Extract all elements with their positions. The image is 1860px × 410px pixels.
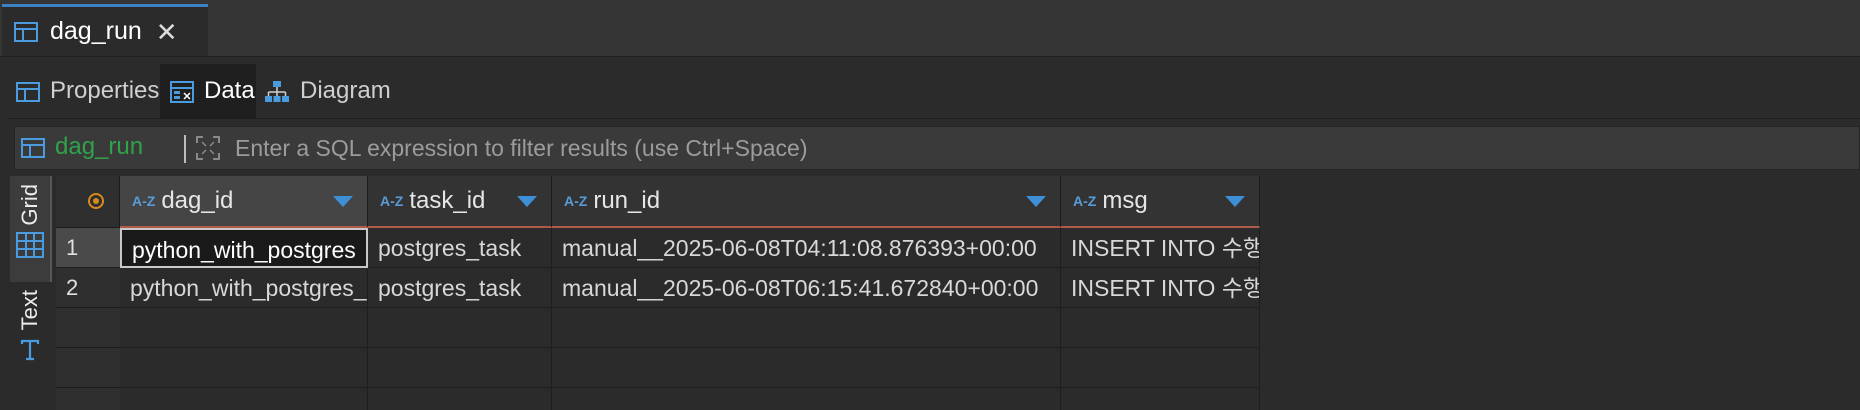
text-type-icon: A-Z [132, 193, 156, 209]
table-icon [21, 133, 45, 161]
tab-grid-label: Grid [17, 184, 42, 226]
column-header-run-id[interactable]: A-Z run_id [552, 176, 1061, 228]
text-icon [18, 338, 42, 362]
tab-data-label: Data [204, 77, 255, 104]
empty-cell [1061, 348, 1260, 388]
column-header-task-id[interactable]: A-Z task_id [368, 176, 552, 228]
empty-cell [1061, 388, 1260, 410]
tab-text[interactable]: Text [10, 286, 50, 410]
empty-cell [368, 388, 552, 410]
text-type-icon: A-Z [380, 193, 404, 209]
text-type-icon: A-Z [564, 193, 588, 209]
empty-cell [120, 308, 368, 348]
results-grid: A-Z dag_id A-Z task_id A-Z run_id A-Z ms… [56, 176, 1860, 410]
data-icon [170, 77, 194, 105]
column-header-msg[interactable]: A-Z msg [1061, 176, 1260, 228]
empty-cell [120, 388, 368, 410]
filter-bar: dag_run [14, 126, 1860, 170]
column-name: run_id [593, 187, 661, 214]
empty-cell [552, 388, 1061, 410]
grid-icon [16, 231, 44, 258]
diagram-icon [264, 77, 290, 105]
table-cell[interactable]: python_with_postgres [120, 228, 368, 268]
sort-arrow-icon[interactable] [1026, 196, 1046, 207]
column-header-dag-id[interactable]: A-Z dag_id [120, 176, 368, 228]
tab-diagram-label: Diagram [300, 77, 391, 104]
expand-icon[interactable] [195, 135, 221, 161]
column-name: task_id [409, 187, 486, 214]
row-number[interactable]: 2 [56, 268, 120, 308]
row-number-empty [56, 388, 120, 410]
table-cell[interactable]: manual__2025-06-08T06:15:41.672840+00:00 [552, 268, 1061, 308]
sort-arrow-icon[interactable] [517, 196, 537, 207]
filter-table-name[interactable]: dag_run [21, 133, 143, 161]
editor-tab-title: dag_run [50, 17, 142, 45]
column-name: dag_id [161, 187, 234, 214]
divider [8, 118, 1860, 119]
close-icon[interactable]: ✕ [156, 19, 178, 45]
empty-cell [120, 348, 368, 388]
table-cell[interactable]: python_with_postgres_ [120, 268, 368, 308]
view-switcher: Grid Text [10, 176, 52, 410]
table-cell[interactable]: postgres_task [368, 268, 552, 308]
sql-filter-input[interactable] [235, 127, 1735, 169]
tab-diagram[interactable]: Diagram [264, 64, 404, 118]
sort-arrow-icon[interactable] [1225, 196, 1245, 207]
table-icon [14, 21, 38, 42]
row-number-empty [56, 308, 120, 348]
record-mode-icon[interactable] [88, 193, 104, 209]
tab-properties-label: Properties [50, 77, 160, 104]
tab-grid[interactable]: Grid [10, 176, 52, 282]
sort-arrow-icon[interactable] [333, 196, 353, 207]
table-cell[interactable]: manual__2025-06-08T04:11:08.876393+00:00 [552, 228, 1061, 268]
sub-tab-bar: Properties Data Diagram [8, 64, 1860, 118]
empty-cell [552, 308, 1061, 348]
text-type-icon: A-Z [1073, 193, 1097, 209]
column-name: msg [1102, 187, 1148, 214]
tab-properties[interactable]: Properties [8, 64, 160, 118]
filter-table-label: dag_run [55, 133, 144, 160]
grid-corner[interactable] [56, 176, 120, 228]
row-number[interactable]: 1 [56, 228, 120, 268]
table-cell[interactable]: postgres_task [368, 228, 552, 268]
empty-cell [368, 348, 552, 388]
empty-cell [1061, 308, 1260, 348]
empty-cell [552, 348, 1061, 388]
row-number-empty [56, 348, 120, 388]
table-icon [16, 77, 40, 105]
table-cell[interactable]: INSERT INTO 수행 [1061, 228, 1260, 268]
editor-tab-bar: dag_run ✕ [0, 0, 1860, 57]
tab-data[interactable]: Data [160, 64, 256, 118]
tab-text-label: Text [17, 290, 42, 331]
empty-cell [368, 308, 552, 348]
table-cell[interactable]: INSERT INTO 수행 [1061, 268, 1260, 308]
editor-tab-dag-run[interactable]: dag_run ✕ [2, 4, 208, 56]
divider [184, 135, 186, 163]
